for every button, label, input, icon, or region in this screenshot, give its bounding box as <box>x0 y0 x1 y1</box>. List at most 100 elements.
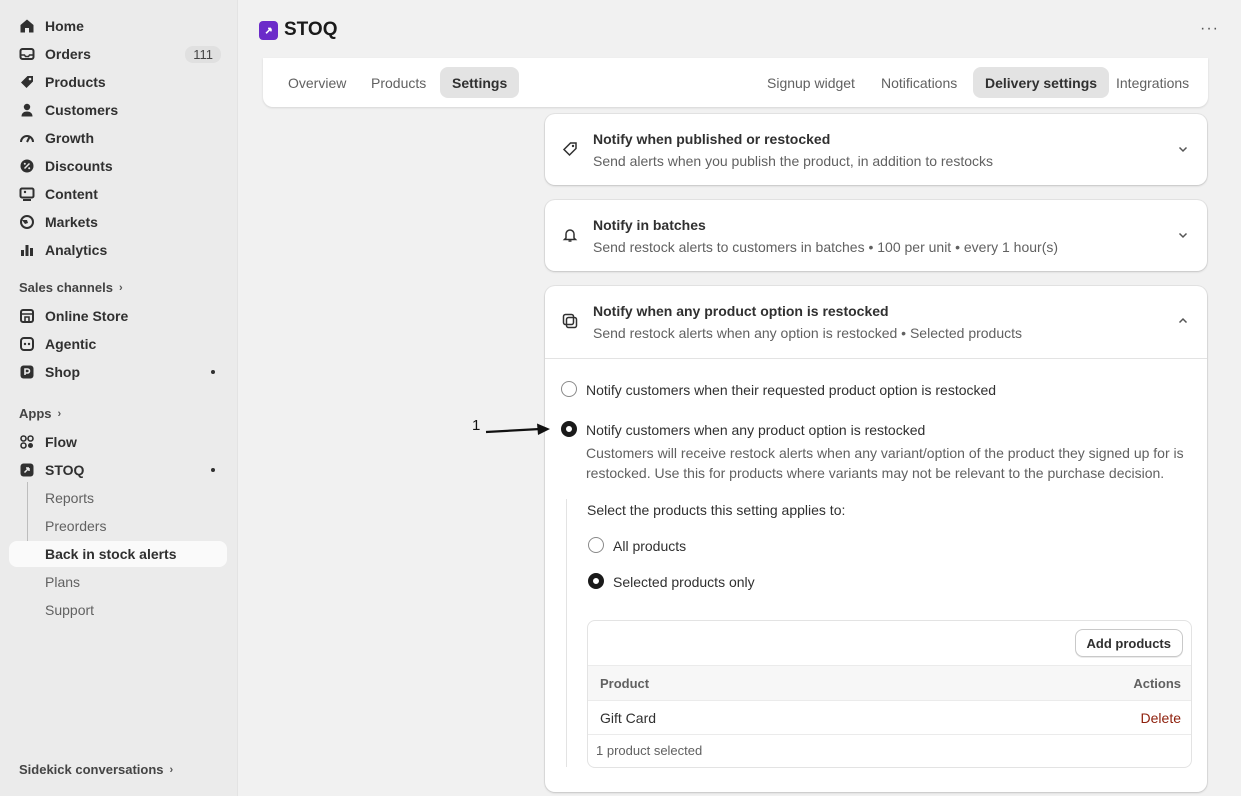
store-icon <box>19 308 35 324</box>
tab-signup-widget[interactable]: Signup widget <box>755 67 867 98</box>
card-description: Send restock alerts to customers in batc… <box>593 239 1059 255</box>
status-dot <box>211 468 215 472</box>
sidebar-item-discounts[interactable]: Discounts <box>9 153 227 179</box>
radio-any-option-label[interactable]: Notify customers when any product option… <box>586 422 925 438</box>
more-actions-button[interactable]: ··· <box>1200 20 1219 38</box>
table-row: Gift Card Delete <box>588 701 1191 735</box>
flow-icon <box>19 434 35 450</box>
stoq-icon <box>19 462 35 478</box>
card-header[interactable]: Notify when published or restocked Send … <box>545 114 1207 186</box>
delete-product-link[interactable]: Delete <box>1141 710 1181 726</box>
main-content: STOQ ··· Overview Products Settings Sign… <box>238 0 1241 796</box>
radio-requested-option-label[interactable]: Notify customers when their requested pr… <box>586 382 996 398</box>
sidebar-item-online-store[interactable]: Online Store <box>9 303 227 329</box>
sidebar-item-flow[interactable]: Flow <box>9 429 227 455</box>
sidebar-item-home[interactable]: Home <box>9 13 227 39</box>
card-header[interactable]: Notify when any product option is restoc… <box>545 286 1207 358</box>
apps-heading[interactable]: Apps › <box>19 406 61 421</box>
card-title: Notify when published or restocked <box>593 131 831 147</box>
indent-divider <box>566 499 567 767</box>
radio-all-products-label[interactable]: All products <box>613 538 686 554</box>
tab-delivery-settings[interactable]: Delivery settings <box>973 67 1110 98</box>
divider <box>545 358 1207 359</box>
variants-icon <box>562 313 578 329</box>
radio-selected-products[interactable] <box>588 573 604 589</box>
tab-settings[interactable]: Settings <box>440 67 520 98</box>
annotation-number: 1 <box>472 417 481 434</box>
annotation-arrow-icon <box>485 423 550 435</box>
sidebar-item-stoq[interactable]: STOQ <box>9 457 227 483</box>
sidebar-item-agentic[interactable]: Agentic <box>9 331 227 357</box>
selected-products-table: Add products Product Actions Gift Card D… <box>587 620 1192 768</box>
sidebar-item-label: Flow <box>45 434 77 450</box>
chevron-down-icon[interactable] <box>1177 142 1189 154</box>
card-header[interactable]: Notify in batches Send restock alerts to… <box>545 200 1207 272</box>
tab-integrations[interactable]: Integrations <box>1104 67 1201 98</box>
sidebar-item-label: Content <box>45 186 98 202</box>
sidebar-subitem-reports[interactable]: Reports <box>9 485 227 511</box>
sidekick-conversations-heading[interactable]: Sidekick conversations › <box>19 762 173 777</box>
sidebar-subitem-plans[interactable]: Plans <box>9 569 227 595</box>
tab-notifications[interactable]: Notifications <box>869 67 969 98</box>
sidebar-item-shop[interactable]: Shop <box>9 359 227 385</box>
column-header-product: Product <box>600 676 650 691</box>
card-title: Notify when any product option is restoc… <box>593 303 889 319</box>
sidebar-item-label: Discounts <box>45 158 113 174</box>
sidebar-item-content[interactable]: Content <box>9 181 227 207</box>
chevron-down-icon[interactable] <box>1177 228 1189 240</box>
sales-channels-heading[interactable]: Sales channels › <box>19 280 123 295</box>
app-header: STOQ ··· <box>238 0 1241 60</box>
bar-chart-icon <box>19 242 35 258</box>
card-description: Send restock alerts when any option is r… <box>593 325 1023 341</box>
chevron-right-icon: › <box>118 281 123 294</box>
card-title: Notify in batches <box>593 217 706 233</box>
sidebar-item-products[interactable]: Products <box>9 69 227 95</box>
sidebar-subitem-back-in-stock-alerts[interactable]: Back in stock alerts <box>9 541 227 567</box>
radio-all-products[interactable] <box>588 537 604 553</box>
sidebar-item-label: Orders <box>45 46 91 62</box>
radio-selected-products-label[interactable]: Selected products only <box>613 574 755 590</box>
sidebar-item-label: Markets <box>45 214 98 230</box>
chevron-right-icon: › <box>57 407 62 420</box>
sidebar-item-customers[interactable]: Customers <box>9 97 227 123</box>
radio-requested-option[interactable] <box>561 381 577 397</box>
sidebar-item-label: Products <box>45 74 106 90</box>
sidebar-item-label: Home <box>45 18 84 34</box>
add-products-button[interactable]: Add products <box>1074 629 1183 657</box>
tag-icon <box>562 141 578 157</box>
sidebar-item-label: Shop <box>45 364 80 380</box>
discount-icon <box>19 158 35 174</box>
sidebar-item-label: Online Store <box>45 308 129 324</box>
app-title: STOQ <box>284 19 338 40</box>
selection-count: 1 product selected <box>596 743 703 758</box>
radio-any-option[interactable] <box>561 421 577 437</box>
stoq-logo-icon <box>259 20 278 40</box>
sidebar-subitem-preorders[interactable]: Preorders <box>9 513 227 539</box>
sidekick-label: Sidekick conversations <box>19 762 164 777</box>
tab-products[interactable]: Products <box>359 67 438 98</box>
home-icon <box>19 18 35 34</box>
any-option-restocked-card: Notify when any product option is restoc… <box>545 286 1207 792</box>
chevron-up-icon[interactable] <box>1177 314 1189 326</box>
published-restocked-card: Notify when published or restocked Send … <box>545 114 1207 185</box>
sidebar-subitem-support[interactable]: Support <box>9 597 227 623</box>
status-dot <box>211 370 215 374</box>
tab-overview[interactable]: Overview <box>276 67 358 98</box>
shop-icon <box>19 364 35 380</box>
content-icon <box>19 186 35 202</box>
applies-to-label: Select the products this setting applies… <box>587 502 846 518</box>
gauge-icon <box>19 130 35 146</box>
sidebar-item-growth[interactable]: Growth <box>9 125 227 151</box>
card-description: Send alerts when you publish the product… <box>593 153 994 169</box>
product-name: Gift Card <box>600 710 657 726</box>
orders-icon <box>19 46 35 62</box>
any-option-help-text: Customers will receive restock alerts wh… <box>586 445 1184 481</box>
sidebar-item-label: Analytics <box>45 242 108 258</box>
sidebar-item-markets[interactable]: Markets <box>9 209 227 235</box>
sidebar-item-label: Customers <box>45 102 119 118</box>
sidebar-item-orders[interactable]: Orders 111 <box>9 41 227 67</box>
sidebar-item-analytics[interactable]: Analytics <box>9 237 227 263</box>
globe-icon <box>19 214 35 230</box>
chevron-right-icon: › <box>169 763 174 776</box>
tab-bar: Overview Products Settings Signup widget… <box>263 58 1208 107</box>
